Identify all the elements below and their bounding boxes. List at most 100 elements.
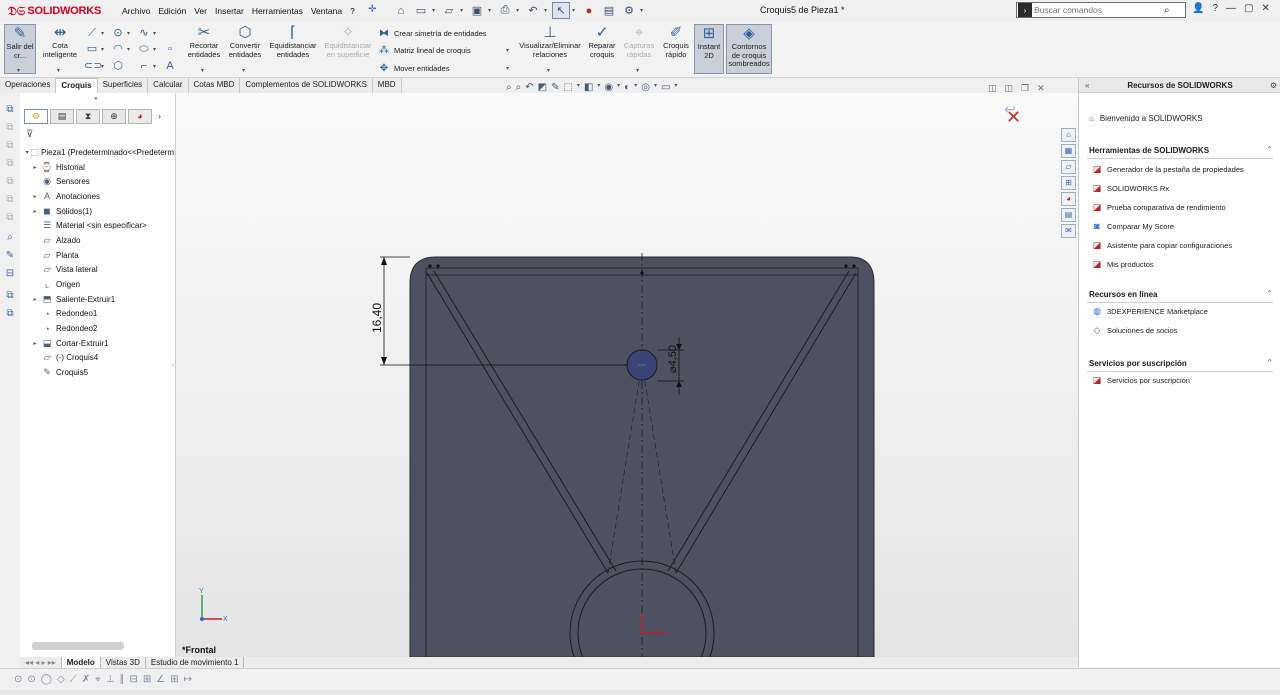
chevron-down-icon[interactable]: ▾ [516,7,522,14]
arc-tool-icon[interactable]: ◠ [110,42,126,56]
chevron-down-icon[interactable]: ▾ [460,7,466,14]
task-pane-options-icon[interactable]: ⚙ [1270,78,1277,93]
collapse-panel-icon[interactable]: « [1085,78,1089,93]
snap-perpendicular-icon[interactable]: ⊥ [106,674,115,685]
snap-quadrant-icon[interactable]: ◇ [57,674,65,685]
chevron-down-icon[interactable]: ▾ [617,82,620,93]
tab-mbd[interactable]: MBD [373,78,402,93]
snap-parallel-icon[interactable]: ∥ [119,674,124,685]
tree-expander-icon[interactable]: ▸ [30,164,40,171]
chevron-down-icon[interactable]: ▾ [674,82,677,93]
view-settings-icon[interactable]: ▭ [661,82,670,93]
view-palette-tab-icon[interactable]: ⊞ [1061,176,1076,190]
chevron-down-icon[interactable]: ▾ [572,7,578,14]
tree-expander-icon[interactable]: ▸ [30,193,40,200]
solidworks-forum-tab-icon[interactable]: ✉ [1061,224,1076,238]
dimxpert-tab-icon[interactable]: ⊕ [102,109,126,124]
chevron-down-icon[interactable]: ▾ [101,46,104,53]
solidworks-logo[interactable]: 𝔇𝔖 SOLIDWORKS [8,3,101,19]
chevron-down-icon[interactable]: ▾ [242,67,245,74]
close-icon[interactable]: ✕ [1261,3,1269,14]
marketplace-link[interactable]: ◍ 3DEXPERIENCE Marketplace [1091,306,1208,317]
offset-surface-button[interactable]: ✧ Equidistanciar en superficie [322,24,374,74]
tab-complementos[interactable]: Complementos de SOLIDWORKS [240,78,373,93]
rapid-sketch-button[interactable]: ✐ Croquis rápido [660,24,692,74]
repair-sketch-button[interactable]: ✓ Reparar croquis [584,24,620,74]
tree-item[interactable]: ▱ Vista lateral [20,263,174,278]
print-icon[interactable]: ⎙ [496,2,514,19]
block-icon[interactable]: ⧉ [3,176,17,190]
copy-settings-wizard-link[interactable]: ◪ Asistente para copiar configuraciones [1091,240,1232,251]
display-style-icon[interactable]: ◧ [584,82,593,93]
chevron-down-icon[interactable]: ▾ [57,67,60,74]
horizontal-scrollbar[interactable] [32,642,124,650]
search-input[interactable] [1034,5,1162,15]
sketch-face-icon[interactable]: ⧉ [3,122,17,136]
snap-center-icon[interactable]: ⊙ [27,674,35,685]
appearances-tab-icon[interactable]: ◕ [1061,192,1076,206]
chevron-down-icon[interactable]: ▾ [634,82,637,93]
tree-expander-icon[interactable]: ▸ [30,296,40,303]
pin-menu-icon[interactable]: ✛ [368,4,376,15]
undo-icon[interactable]: ↶ [524,2,542,19]
chevron-down-icon[interactable]: ▾ [432,7,438,14]
line-tool-icon[interactable]: ⟋ [84,26,100,40]
sketch-edit-icon[interactable]: ✎ [3,250,17,264]
menu-ventana[interactable]: Ventana [307,4,346,18]
open-folder-icon[interactable]: ▱ [440,2,458,19]
chevron-down-icon[interactable]: ▾ [153,63,156,70]
minimize-icon[interactable]: — [1226,3,1236,14]
snap-midpoint-icon[interactable]: ◯ [41,674,52,685]
tree-item[interactable]: ▾ ⬚ Pieza1 (Predeterminado<<Predeterm [20,145,174,160]
tab-vistas-3d[interactable]: Vistas 3D [101,657,146,668]
chevron-down-icon[interactable]: ▾ [488,7,494,14]
sketch-picture-icon[interactable]: ⧉ [3,212,17,226]
user-icon[interactable]: 👤 [1192,3,1204,14]
sketch-layers-icon[interactable]: ⧉ [3,308,17,322]
chevron-down-icon[interactable]: ▾ [597,82,600,93]
tree-item[interactable]: ✎ Croquis5 [20,365,174,380]
chevron-down-icon[interactable]: ▾ [506,47,509,54]
sketch-relations-icon[interactable]: ⧉ [3,290,17,304]
help-icon[interactable]: ? [1212,3,1218,14]
tree-item[interactable]: ▱ Alzado [20,233,174,248]
tree-expander-icon[interactable]: ▸ [30,208,40,215]
solidworks-rx-link[interactable]: ◪ SOLIDWORKS Rx [1091,183,1169,194]
scene-icon[interactable]: ◎ [641,82,650,93]
file-properties-icon[interactable]: ▤ [600,2,618,19]
snap-grid-icon[interactable]: ⊞ [170,674,178,685]
tree-item[interactable]: ▸ ⬓ Cortar-Extruir1 [20,336,174,351]
chevron-down-icon[interactable]: ▾ [153,46,156,53]
tab-croquis[interactable]: Croquis [56,78,98,93]
sketch-canvas[interactable]: 16,40 ⌀4,50 Y X [176,93,1078,657]
snap-length-icon[interactable]: ↦ [184,674,192,685]
tree-item[interactable]: ▸ A Anotaciones [20,189,174,204]
edit-appearance-icon[interactable]: ◐ [624,82,630,93]
chevron-down-icon[interactable]: ▾ [577,82,580,93]
instant2d-button[interactable]: ⊞ Instant 2D [694,24,724,74]
chevron-down-icon[interactable]: ▾ [101,30,104,37]
snap-point-icon[interactable]: ⊙ [14,674,22,685]
file-explorer-tab-icon[interactable]: ▱ [1061,160,1076,174]
chevron-right-icon[interactable]: › [158,109,161,124]
partner-solutions-link[interactable]: ◇ Soluciones de socios [1091,325,1178,336]
chevron-down-icon[interactable]: ▾ [640,7,646,14]
menu-archivo[interactable]: Archivo [118,4,154,18]
chevron-down-icon[interactable]: ▾ [127,46,130,53]
traffic-light-icon[interactable]: ● [580,2,598,19]
tab-modelo[interactable]: Modelo [61,657,101,668]
snap-nearest-icon[interactable]: ✗ [82,674,90,685]
welcome-link[interactable]: ⌂ Bienvenido a SOLIDWORKS [1089,114,1203,123]
chevron-up-icon[interactable]: ⌃ [1266,289,1273,298]
tree-item[interactable]: ▱ Planta [20,248,174,263]
panel-grip-icon[interactable]: ● [94,96,98,102]
dimension-value-vertical[interactable]: 16,40 [370,303,384,333]
tree-item[interactable]: ☰ Material <sin especificar> [20,218,174,233]
select-cursor-icon[interactable]: ↖ [552,2,570,19]
tree-item[interactable]: ◔ Redondeo1 [20,307,174,322]
tree-item[interactable]: ▸ ◼ Sólidos(1) [20,204,174,219]
offset-entities-button[interactable]: ⌈ Equidistanciar entidades [266,24,320,74]
feature-tree-tab-icon[interactable]: ⚙ [24,109,48,124]
sketch-point[interactable] [844,264,848,268]
tab-operaciones[interactable]: Operaciones [0,78,57,93]
